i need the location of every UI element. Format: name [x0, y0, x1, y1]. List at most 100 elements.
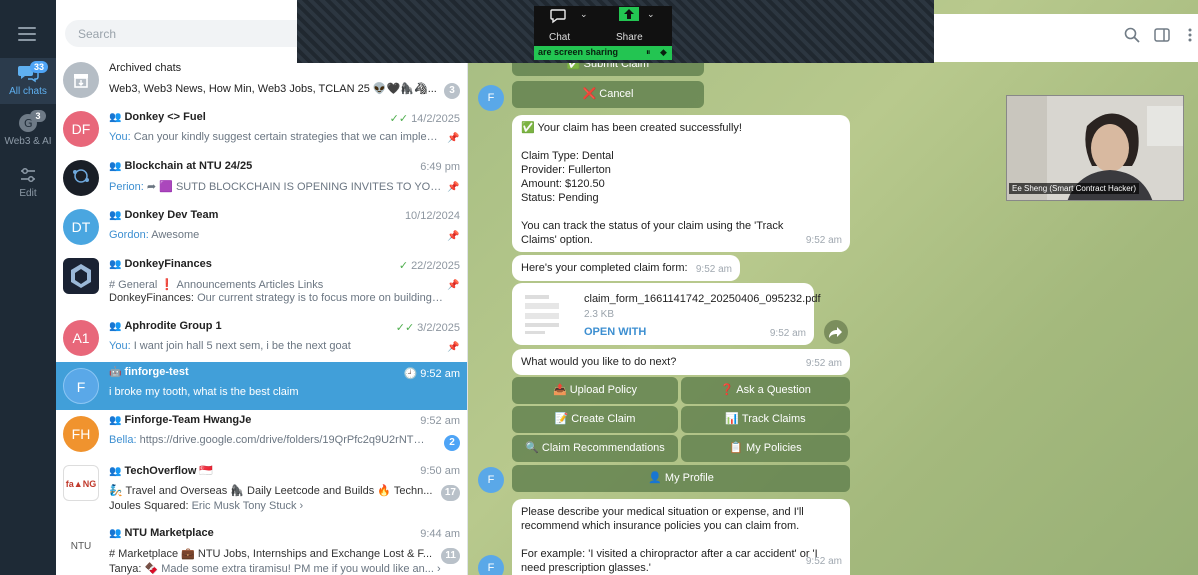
- track-claims-button[interactable]: 📊 Track Claims: [681, 406, 850, 433]
- pause-icon[interactable]: ⏸: [646, 47, 651, 58]
- message-text: What would you like to do next?: [521, 356, 677, 368]
- chat-topics: # Marketplace 💼 NTU Jobs, Internships an…: [109, 548, 433, 560]
- pin-icon: 📌: [447, 231, 460, 242]
- chat-finforge-team[interactable]: FH 👥 Finforge-Team HwangJe 9:52 am Bella:…: [56, 410, 467, 459]
- left-rail: All chats 33 G Web3 & AI 3 Edit: [0, 0, 56, 575]
- chat-preview: Can your kindly suggest certain strategi…: [133, 131, 444, 143]
- unread-badge: 3: [30, 110, 46, 122]
- message-title: ✅ Your claim has been created successful…: [521, 122, 742, 134]
- participant-name: Ee Sheng (Smart Contract Hacker): [1009, 183, 1140, 194]
- avatar: DF: [63, 111, 99, 147]
- chat-name: NTU Marketplace: [124, 527, 214, 539]
- community-icon: 👥: [109, 528, 122, 539]
- chat-preview: Awesome: [151, 229, 200, 241]
- chat-archived[interactable]: Archived chats Web3, Web3 News, How Min,…: [56, 58, 467, 107]
- unread-badge: 3: [444, 83, 460, 99]
- chat-icon[interactable]: [550, 8, 568, 27]
- message-text: Please describe your medical situation o…: [521, 506, 804, 532]
- folder-edit[interactable]: Edit: [0, 160, 56, 206]
- ask-question-button[interactable]: ❓ Ask a Question: [681, 377, 850, 404]
- file-message: claim_form_1661141742_20250406_095232.pd…: [512, 283, 821, 345]
- share-arrow-icon[interactable]: [619, 7, 639, 21]
- chat-label: Chat: [549, 32, 571, 43]
- chat-preview: ➦ 🟪 SUTD BLOCKCHAIN IS OPENING INVITES T…: [146, 181, 444, 193]
- share-controls: ⌄ ⌄ Chat Share are screen sharing ⏸ ◆: [534, 6, 672, 60]
- chat-donkeyfinances[interactable]: 👥 DonkeyFinances ✓ 22/2/2025 # General ❗ A…: [56, 254, 467, 316]
- sidebar-toggle-icon[interactable]: [1154, 27, 1170, 43]
- sharing-status-bar: are screen sharing ⏸ ◆: [534, 46, 672, 60]
- chat-ntu-marketplace[interactable]: NTU 👥 NTU Marketplace 9:44 am # Marketpla…: [56, 523, 467, 575]
- chat-time: 10/12/2024: [404, 210, 460, 222]
- avatar-blockchain-logo: [63, 160, 99, 196]
- chat-time: 14/2/2025: [411, 113, 460, 125]
- chat-sender: You:: [109, 131, 131, 143]
- read-check-icon: ✓: [398, 260, 409, 272]
- chat-time: 9:50 am: [420, 465, 460, 477]
- file-thumbnail-icon: [521, 291, 567, 337]
- pin-icon: 📌: [447, 133, 460, 144]
- message-time: 9:52 am: [805, 235, 842, 246]
- avatar-faang-logo: fa▲NG: [63, 465, 99, 501]
- forward-icon[interactable]: [824, 320, 848, 344]
- folder-label: All chats: [9, 86, 47, 97]
- bot-avatar: F: [478, 555, 504, 575]
- create-claim-button[interactable]: 📝 Create Claim: [512, 406, 678, 433]
- avatar: DT: [63, 209, 99, 245]
- chat-name: Donkey <> Fuel: [124, 111, 206, 123]
- message-time: 9:52 am: [805, 556, 842, 567]
- chat-donkey-dev-team[interactable]: DT 👥 Donkey Dev Team 10/12/2024 Gordon: A…: [56, 205, 467, 254]
- upload-policy-button[interactable]: 📤 Upload Policy: [512, 377, 678, 404]
- my-policies-button[interactable]: 📋 My Policies: [681, 435, 850, 462]
- chat-techoverflow[interactable]: fa▲NG 👥 TechOverflow 🇸🇬 9:50 am 🧞 Travel …: [56, 460, 467, 523]
- search-icon[interactable]: [1124, 27, 1140, 43]
- chat-blockchain-ntu[interactable]: 👥 Blockchain at NTU 24/25 6:49 pm Perion:…: [56, 156, 467, 205]
- chat-preview: 🍫 Made some extra tiramisu! PM me if you…: [144, 563, 441, 575]
- my-profile-button[interactable]: 👤 My Profile: [512, 465, 850, 492]
- describe-situation-message: Please describe your medical situation o…: [512, 499, 850, 575]
- bot-avatar: F: [478, 85, 504, 111]
- file-name[interactable]: claim_form_1661141742_20250406_095232.pd…: [584, 292, 821, 306]
- chat-name: Donkey Dev Team: [124, 209, 219, 221]
- chat-time: 9:52 am: [420, 415, 460, 427]
- chat-sender: Joules Squared:: [109, 500, 189, 512]
- chevron-down-icon[interactable]: ⌄: [580, 9, 588, 20]
- chat-sender: Bella:: [109, 434, 137, 446]
- folder-web3-ai[interactable]: G Web3 & AI: [0, 108, 56, 154]
- webcam-feed: Ee Sheng (Smart Contract Hacker): [1006, 95, 1184, 201]
- chat-sender: Perion:: [109, 181, 144, 193]
- chevron-down-icon[interactable]: ⌄: [647, 9, 655, 20]
- open-with-button[interactable]: OPEN WITH: [584, 325, 646, 339]
- chat-donkey-fuel[interactable]: DF 👥 Donkey <> Fuel ✓✓ 14/2/2025 You: Can …: [56, 107, 467, 156]
- community-icon: 👥: [109, 466, 122, 477]
- claim-amount: Amount: $120.50: [521, 178, 605, 190]
- chat-time: 9:44 am: [420, 528, 460, 540]
- chat-name: Finforge-Team HwangJe: [124, 414, 252, 426]
- more-vertical-icon[interactable]: [1182, 27, 1198, 43]
- sliders-icon: [17, 164, 39, 186]
- message-time: 9:52 am: [695, 264, 732, 275]
- menu-icon[interactable]: [18, 27, 36, 41]
- chat-name: Aphrodite Group 1: [124, 320, 222, 332]
- track-hint: You can track the status of your claim u…: [521, 220, 784, 246]
- chat-aphrodite-group[interactable]: A1 👥 Aphrodite Group 1 ✓✓ 3/2/2025 You: I …: [56, 316, 467, 365]
- claim-type: Claim Type: Dental: [521, 150, 614, 162]
- claim-created-message: ✅ Your claim has been created successful…: [512, 115, 850, 252]
- chat-name: Blockchain at NTU 24/25: [124, 160, 253, 172]
- pin-icon: 📌: [447, 342, 460, 353]
- avatar: A1: [63, 320, 99, 356]
- shield-icon: ◆: [660, 47, 667, 57]
- completed-form-message: Here's your completed claim form: 9:52 a…: [512, 255, 740, 281]
- unread-badge: 2: [444, 435, 460, 451]
- group-icon: 👥: [109, 161, 122, 172]
- chat-list: Archived chats Web3, Web3 News, How Min,…: [56, 0, 468, 575]
- chat-sender: You:: [109, 340, 131, 352]
- group-icon: 👥: [109, 321, 122, 332]
- read-check-icon: ✓✓: [389, 113, 409, 125]
- archive-icon: [63, 62, 99, 98]
- cancel-button[interactable]: ❌ Cancel: [512, 81, 704, 108]
- sharing-status: are screen sharing: [538, 47, 619, 57]
- avatar: NTU: [63, 529, 99, 565]
- chat-name: Archived chats: [109, 62, 182, 74]
- chat-finforge-test[interactable]: F 🤖 finforge-test 🕘 9:52 am i broke my too…: [56, 362, 467, 410]
- claim-recommendations-button[interactable]: 🔍 Claim Recommendations: [512, 435, 678, 462]
